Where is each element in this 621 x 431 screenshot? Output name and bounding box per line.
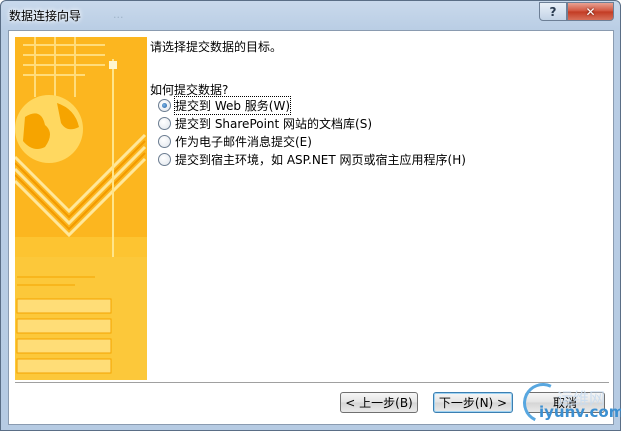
option-sharepoint-library-label[interactable]: 提交到 SharePoint 网站的文档库(S) xyxy=(175,115,372,132)
window-title: 数据连接向导 xyxy=(9,9,82,23)
banner-graphic-icon xyxy=(15,37,147,380)
close-button[interactable]: ✕ xyxy=(567,2,614,21)
option-web-service[interactable]: 提交到 Web 服务(W) xyxy=(158,95,466,115)
wizard-banner-image xyxy=(15,37,147,380)
help-icon: ? xyxy=(549,4,557,19)
radio-sharepoint-library[interactable] xyxy=(158,116,171,130)
help-button[interactable]: ? xyxy=(539,2,567,21)
page-heading: 请选择提交数据的目标。 xyxy=(150,40,283,54)
next-button[interactable]: 下一步(N) > xyxy=(433,392,513,413)
radio-web-service[interactable] xyxy=(158,98,171,112)
option-sharepoint-library[interactable]: 提交到 SharePoint 网站的文档库(S) xyxy=(158,114,466,132)
option-hosting-environment-label[interactable]: 提交到宿主环境，如 ASP.NET 网页或宿主应用程序(H) xyxy=(175,151,466,168)
wizard-client-area: 请选择提交数据的目标。 如何提交数据? 提交到 Web 服务(W) 提交到 Sh… xyxy=(8,30,614,425)
close-icon: ✕ xyxy=(585,4,596,19)
submit-method-options: 提交到 Web 服务(W) 提交到 SharePoint 网站的文档库(S) 作… xyxy=(158,95,466,168)
option-email[interactable]: 作为电子邮件消息提交(E) xyxy=(158,132,466,150)
button-divider xyxy=(15,382,609,384)
wizard-window: 数据连接向导 ... ? ✕ 请选择提交数据的目标。 如何提交数据? 提交到 W… xyxy=(0,0,621,431)
cancel-button[interactable]: 取消 xyxy=(525,392,605,413)
background-window-title: ... xyxy=(113,8,124,21)
option-email-label[interactable]: 作为电子邮件消息提交(E) xyxy=(175,133,312,150)
option-hosting-environment[interactable]: 提交到宿主环境，如 ASP.NET 网页或宿主应用程序(H) xyxy=(158,150,466,168)
title-bar[interactable]: 数据连接向导 ... ? ✕ xyxy=(1,1,620,29)
back-button[interactable]: < 上一步(B) xyxy=(340,392,418,413)
radio-hosting-environment[interactable] xyxy=(158,152,171,166)
option-web-service-label[interactable]: 提交到 Web 服务(W) xyxy=(173,95,292,115)
wizard-content: 请选择提交数据的目标。 如何提交数据? 提交到 Web 服务(W) 提交到 Sh… xyxy=(150,37,610,380)
radio-email[interactable] xyxy=(158,134,171,148)
